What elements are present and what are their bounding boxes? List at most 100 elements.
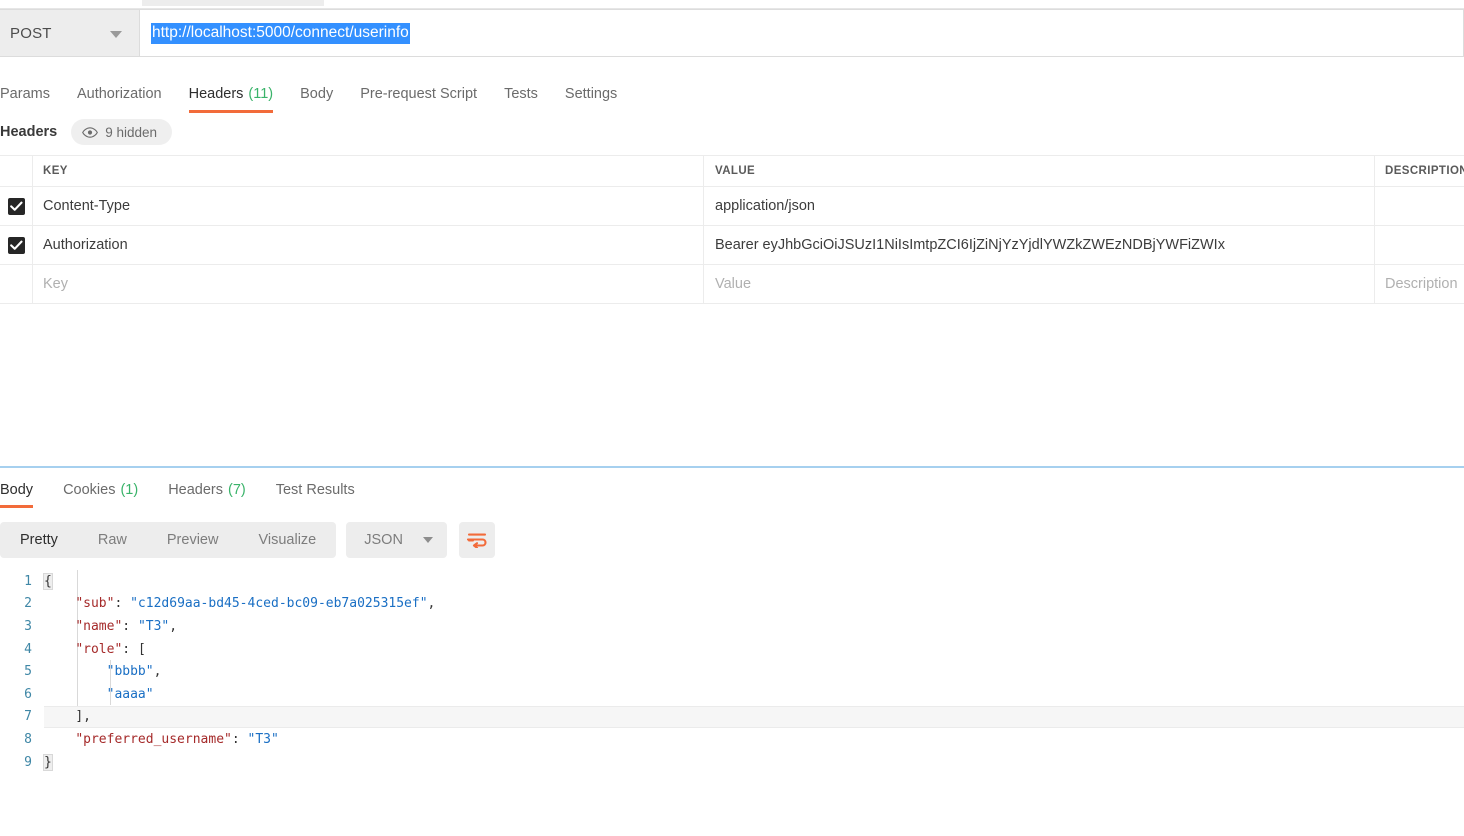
hidden-headers-toggle[interactable]: 9 hidden [71,119,173,145]
response-tab-headers[interactable]: Headers (7) [138,472,246,508]
request-tab-label: Authorization [76,86,162,102]
code-line-text: } [43,753,53,771]
hidden-headers-count: 9 hidden [105,124,158,140]
eye-icon [82,126,99,138]
code-token-str: "T3" [137,618,170,634]
active-tab-indicator [0,505,34,508]
response-view-label: Preview [166,532,219,548]
response-tab-label: Headers [168,482,223,498]
word-wrap-button[interactable] [458,522,495,558]
header-key-cell[interactable]: Content-Type [33,187,704,225]
check-icon [9,201,23,211]
response-tab-body[interactable]: Body [0,472,34,508]
request-tab-tests[interactable]: Tests [477,75,538,113]
request-tab-label: Settings [564,86,618,102]
code-token-punc [44,709,75,724]
header-key-cell-text: Authorization [43,237,128,253]
line-number: 4 [24,641,32,657]
code-line: 7 ], [0,705,1464,729]
response-view-visualize[interactable]: Visualize [238,522,336,558]
chevron-down-icon [110,31,122,38]
response-tab-label: Cookies [63,482,116,498]
table-header-row: KEY VALUE DESCRIPTION [0,155,1464,187]
code-token-punc: , [169,618,178,634]
header-value-cell[interactable]: Value [704,265,1375,303]
request-tab-settings[interactable]: Settings [538,75,617,113]
header-description-cell[interactable] [1375,187,1464,225]
header-description-cell[interactable] [1375,226,1464,264]
header-value-cell[interactable]: application/json [704,187,1375,225]
request-tab-label: Body [300,86,334,102]
code-token-punc [44,619,75,634]
line-number: 3 [24,618,32,634]
code-line-text: "role": [ [44,641,146,657]
response-view-preview[interactable]: Preview [147,522,239,558]
column-header-label: VALUE [715,165,756,177]
request-tab-chip[interactable] [142,0,324,6]
response-language-selector[interactable]: JSON [346,522,447,558]
row-checkbox[interactable] [7,236,25,254]
code-line: 3 "name": "T3", [0,615,1464,638]
code-line: 8 "preferred_username": "T3" [0,728,1464,751]
line-number: 5 [24,664,32,680]
header-key-cell-text: Key [43,276,68,292]
header-value-cell[interactable]: Bearer eyJhbGciOiJSUzI1NiIsImtpZCI6IjZiN… [704,226,1375,264]
line-number: 6 [24,686,32,702]
header-description-cell[interactable]: Description [1375,265,1464,303]
code-token-punc: : [114,596,131,612]
chevron-down-icon [422,537,433,543]
code-token-punc: ], [75,709,91,725]
response-body-viewer[interactable]: 1{2 "sub": "c12d69aa-bd45-4ced-bc09-eb7a… [0,570,1464,836]
line-number: 1 [24,573,32,589]
tab-strip [0,0,1464,15]
url-input[interactable]: http://localhost:5000/connect/userinfo [140,9,1464,57]
response-view-label: Visualize [258,532,317,548]
request-tab-label: Pre-request Script [360,86,478,102]
response-tab-count: (1) [120,482,139,498]
response-view-raw[interactable]: Raw [78,522,147,558]
row-checkbox-cell [0,187,33,225]
code-token-punc: } [43,753,53,771]
request-tab-pre-request-script[interactable]: Pre-request Script [333,75,477,113]
response-tab-test-results[interactable]: Test Results [246,472,355,508]
header-key-cell-text: Content-Type [43,198,131,214]
row-checkbox-cell [0,226,33,264]
request-tab-headers[interactable]: Headers (11) [162,75,274,113]
http-method-selector[interactable]: POST [0,9,140,57]
request-tab-body[interactable]: Body [273,75,333,113]
code-line-text: "aaaa" [44,687,154,702]
code-token-key: "role" [75,641,123,657]
column-header-description: DESCRIPTION [1375,156,1464,186]
response-tabs: Body Cookies (1) Headers (7) Test Results [0,472,355,510]
header-key-cell[interactable]: Key [33,265,704,303]
request-tab-params[interactable]: Params [0,75,50,113]
code-token-punc: , [427,596,436,612]
header-value-cell-text: Bearer eyJhbGciOiJSUzI1NiIsImtpZCI6IjZiN… [715,237,1225,253]
code-line: 2 "sub": "c12d69aa-bd45-4ced-bc09-eb7a02… [0,593,1464,616]
row-checkbox[interactable] [7,197,25,215]
pane-splitter[interactable] [0,466,1464,468]
response-language-label: JSON [364,532,403,548]
header-value-cell-text: application/json [715,198,815,214]
code-token-str: "aaaa" [106,686,154,702]
response-tab-label: Body [0,482,34,498]
code-token-punc: [ [137,641,146,657]
code-token-punc: : [122,618,138,634]
table-row: Content-Type application/json [0,187,1464,226]
code-line-text: "preferred_username": "T3" [44,732,279,747]
code-token-punc [44,732,75,747]
headers-table: KEY VALUE DESCRIPTION Content-Type applicati… [0,155,1464,304]
header-key-cell[interactable]: Authorization [33,226,704,264]
code-line-text: "sub": "c12d69aa-bd45-4ced-bc09-eb7a0253… [44,596,435,611]
url-input-value: http://localhost:5000/connect/userinfo [151,22,410,44]
request-tab-label: Tests [504,86,538,102]
response-format-toolbar: Pretty Raw Preview Visualize JSON [0,522,495,558]
response-tab-cookies[interactable]: Cookies (1) [33,472,138,508]
request-tab-label: Headers [188,86,244,102]
response-tab-label: Test Results [275,482,355,498]
response-view-pretty[interactable]: Pretty [0,522,78,558]
request-tab-count: (11) [248,86,274,102]
request-tab-authorization[interactable]: Authorization [50,75,162,113]
code-line-text: "name": "T3", [44,619,177,634]
code-line: 1{ [0,570,1464,593]
